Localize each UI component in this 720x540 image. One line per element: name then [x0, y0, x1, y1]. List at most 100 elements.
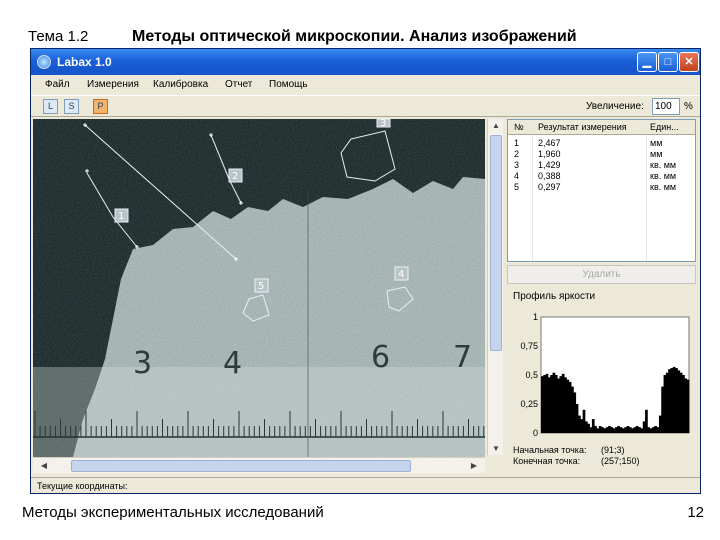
profile-bar: [640, 428, 644, 433]
row-unit: кв. мм: [650, 171, 677, 181]
marker-5: 5: [258, 281, 264, 292]
menu-help[interactable]: Помощь: [269, 79, 308, 90]
delete-button[interactable]: Удалить: [507, 265, 696, 284]
profile-bar: [612, 428, 616, 433]
profile-bar: [573, 392, 577, 433]
table-row[interactable]: 4 0,388 кв. мм: [508, 171, 695, 182]
area-tool-button[interactable]: S: [64, 99, 79, 114]
hscroll-thumb[interactable]: [71, 460, 411, 472]
profile-bar: [621, 428, 625, 433]
profile-bar: [554, 375, 558, 433]
row-value: 0,297: [538, 182, 561, 192]
title-bar: Labax 1.0 ▁ □ ✕: [31, 49, 700, 75]
profile-bar: [617, 426, 621, 433]
table-row[interactable]: 3 1,429 кв. мм: [508, 160, 695, 171]
profile-bar: [610, 427, 614, 433]
profile-bar: [654, 426, 658, 433]
row-number: 5: [514, 182, 520, 192]
profile-bar: [628, 427, 632, 433]
ruler-strip: [33, 367, 485, 457]
profile-tool-button[interactable]: P: [93, 99, 108, 114]
close-button[interactable]: ✕: [679, 52, 699, 72]
slide-footer: Методы экспериментальных исследований: [22, 504, 324, 521]
menu-file[interactable]: Файл: [45, 79, 70, 90]
row-unit: мм: [650, 149, 663, 159]
profile-bar: [601, 427, 604, 433]
minimize-button[interactable]: ▁: [637, 52, 657, 72]
profile-bar: [550, 375, 553, 433]
menu-calibration[interactable]: Калибровка: [153, 79, 208, 90]
profile-bar: [679, 372, 683, 433]
end-point-value: (257;150): [601, 456, 640, 466]
y-tick-label: 0,75: [520, 341, 538, 351]
menu-report[interactable]: Отчет: [225, 79, 252, 90]
profile-bar: [566, 379, 570, 433]
col-result[interactable]: Результат измерения: [538, 122, 627, 132]
profile-bar: [596, 428, 600, 433]
horizontal-scrollbar[interactable]: ◀ ▶: [33, 457, 485, 473]
profile-bar: [594, 426, 597, 433]
marker-4: 4: [398, 269, 404, 280]
vertical-scrollbar[interactable]: ▲ ▼: [487, 119, 503, 455]
table-row[interactable]: 2 1,960 мм: [508, 149, 695, 160]
profile-bar: [608, 426, 611, 433]
profile-bar: [547, 377, 551, 433]
menu-measurements[interactable]: Измерения: [87, 79, 139, 90]
profile-bar: [624, 427, 627, 433]
scroll-left-icon[interactable]: ◀: [37, 461, 51, 470]
profile-bar: [686, 379, 690, 433]
profile-bar: [603, 428, 607, 433]
profile-bar: [658, 415, 662, 433]
profile-bar: [663, 375, 667, 433]
profile-bar: [575, 404, 579, 433]
zoom-input[interactable]: [652, 98, 680, 115]
profile-bar: [582, 409, 586, 433]
profile-bar: [598, 426, 602, 433]
profile-bar: [675, 368, 678, 433]
scroll-right-icon[interactable]: ▶: [467, 461, 481, 470]
vscroll-thumb[interactable]: [490, 135, 502, 351]
col-unit[interactable]: Един...: [650, 122, 679, 132]
profile-bar: [649, 428, 653, 433]
ruler-number-4: 4: [223, 346, 242, 381]
row-number: 2: [514, 149, 520, 159]
table-row[interactable]: 1 2,467 мм: [508, 138, 695, 149]
labax-window: Labax 1.0 ▁ □ ✕ Файл Измерения Калибровк…: [30, 48, 701, 494]
y-tick-label: 0,25: [520, 399, 538, 409]
row-unit: кв. мм: [650, 160, 677, 170]
start-point-label: Начальная точка:: [513, 445, 587, 455]
y-tick-label: 0: [533, 428, 538, 437]
row-number: 1: [514, 138, 520, 148]
ruler-number-7: 7: [453, 340, 472, 375]
profile-bar: [647, 427, 651, 433]
profile-bar: [626, 426, 630, 433]
row-unit: кв. мм: [650, 182, 677, 192]
profile-bar: [631, 428, 634, 433]
row-value: 0,388: [538, 171, 561, 181]
brightness-profile-panel: Профиль яркости 0 0,25 0,5 0,75 1 Начальная …: [507, 287, 696, 471]
profile-bar: [656, 427, 660, 433]
toolbar: L S P Увеличение: %: [31, 95, 700, 117]
profile-bar: [587, 423, 590, 433]
row-number: 4: [514, 171, 520, 181]
profile-bar: [684, 378, 688, 433]
microscope-image[interactable]: 3 4 6 7 1 2 3 4 5: [33, 119, 485, 457]
profile-bar: [661, 386, 664, 433]
profile-bar: [619, 427, 623, 433]
maximize-button[interactable]: □: [658, 52, 678, 72]
y-tick-label: 0,5: [525, 370, 538, 380]
profile-bar: [543, 375, 547, 433]
profile-bar: [571, 386, 574, 433]
col-number[interactable]: №: [514, 122, 524, 132]
table-row[interactable]: 5 0,297 кв. мм: [508, 182, 695, 193]
profile-bar: [615, 427, 618, 433]
y-tick-label: 1: [533, 312, 538, 322]
profile-bar: [665, 372, 669, 433]
scroll-up-icon[interactable]: ▲: [489, 121, 503, 130]
marker-1: 1: [118, 211, 124, 222]
scroll-down-icon[interactable]: ▼: [489, 444, 503, 453]
profile-bar: [605, 427, 609, 433]
ruler-number-3: 3: [133, 346, 152, 381]
profile-bar: [633, 427, 637, 433]
line-tool-button[interactable]: L: [43, 99, 58, 114]
